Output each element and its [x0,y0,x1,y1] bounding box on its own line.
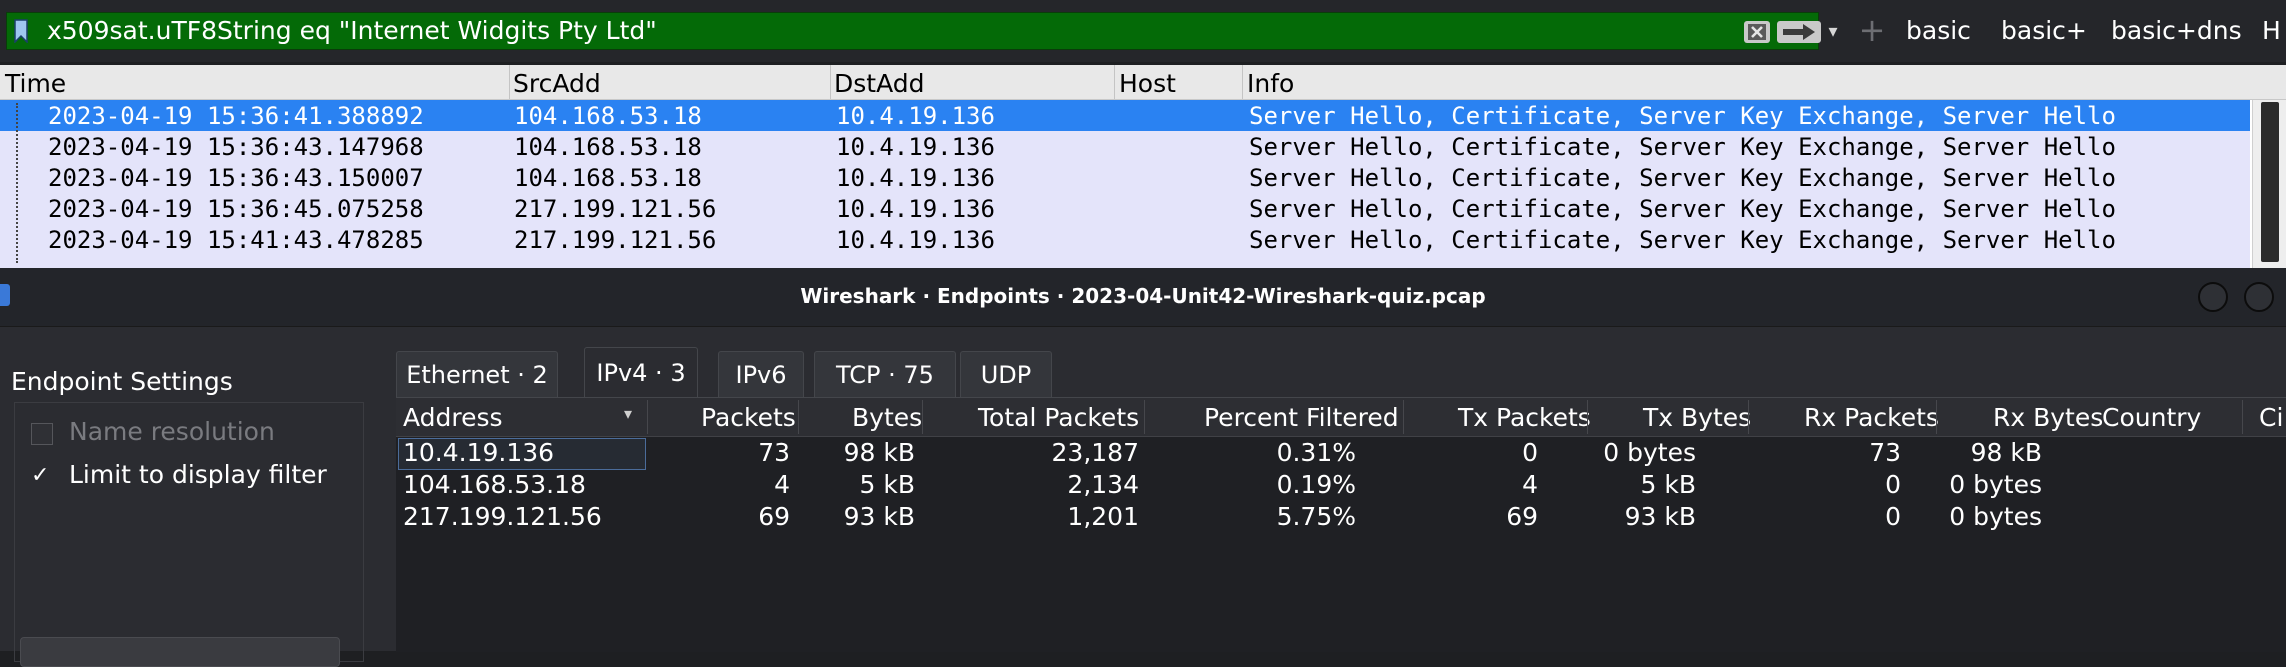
scrollbar-thumb[interactable] [2261,102,2279,262]
column-rx-bytes[interactable]: Rx Bytes [1993,403,2103,432]
table-row[interactable]: 10.4.19.136 73 98 kB 23,187 0.31% 0 0 by… [396,438,2286,470]
apply-filter-icon[interactable] [1777,21,1821,43]
name-resolution-checkbox[interactable] [31,423,53,445]
column-tx-packets[interactable]: Tx Packets [1458,403,1591,432]
packet-row[interactable]: 2023-04-19 15:36:43.147968 104.168.53.18… [0,131,2250,162]
column-packets[interactable]: Packets [701,403,796,432]
packet-row[interactable]: 2023-04-19 15:41:43.478285 217.199.121.5… [0,224,2250,255]
tab-ipv6[interactable]: IPv6 [718,351,804,397]
table-row[interactable]: 104.168.53.18 4 5 kB 2,134 0.19% 4 5 kB … [396,470,2286,502]
packet-list-scrollbar[interactable] [2252,100,2286,269]
tab-ipv4[interactable]: IPv4 · 3 [584,347,698,397]
endpoints-dialog-body: Endpoint Settings Name resolution ✓ Limi… [0,327,2286,667]
display-filter-input[interactable]: x509sat.uTF8String eq "Internet Widgits … [6,12,1821,50]
tab-ethernet[interactable]: Ethernet · 2 [396,351,558,397]
endpoints-table-header: Address ▾ Packets Bytes Total Packets Pe… [396,398,2286,437]
maximize-window-icon[interactable] [2244,282,2274,312]
packet-list: Time SrcAdd DstAdd Host Info 2023-04-19 … [0,65,2286,269]
endpoints-dialog-titlebar: Wireshark · Endpoints · 2023-04-Unit42-W… [0,268,2286,327]
filter-button-more[interactable]: H [2262,14,2281,48]
filter-text: x509sat.uTF8String eq "Internet Widgits … [47,16,657,45]
column-address[interactable]: Address [403,403,503,432]
tab-tcp[interactable]: TCP · 75 [814,351,956,397]
column-dstadd[interactable]: DstAdd [834,69,924,98]
column-bytes[interactable]: Bytes [852,403,922,432]
column-country[interactable]: Country [2102,403,2201,432]
conversation-tree-line [16,103,18,263]
column-host[interactable]: Host [1119,69,1176,98]
column-tx-bytes[interactable]: Tx Bytes [1643,403,1751,432]
dialog-title: Wireshark · Endpoints · 2023-04-Unit42-W… [800,284,1486,308]
endpoint-settings-panel: Name resolution ✓ Limit to display filte… [14,402,364,662]
packet-row[interactable]: 2023-04-19 15:36:45.075258 217.199.121.5… [0,193,2250,224]
clear-filter-icon[interactable] [1744,21,1770,43]
column-srcadd[interactable]: SrcAdd [513,69,601,98]
packet-list-header: Time SrcAdd DstAdd Host Info [0,65,2286,100]
column-city[interactable]: Ci [2259,403,2283,432]
ipv4-tab-panel: Address ▾ Packets Bytes Total Packets Pe… [396,397,2286,652]
name-resolution-label: Name resolution [69,417,275,446]
packet-row[interactable]: 2023-04-19 15:36:41.388892 104.168.53.18… [0,100,2250,131]
limit-filter-checkbox[interactable]: ✓ [31,465,53,487]
copy-button[interactable] [20,637,340,667]
bookmark-icon[interactable] [13,19,29,43]
filter-history-dropdown-icon[interactable]: ▾ [1820,14,1846,50]
display-filter-toolbar: x509sat.uTF8String eq "Internet Widgits … [0,0,2286,62]
column-rx-packets[interactable]: Rx Packets [1804,403,1939,432]
column-info[interactable]: Info [1247,69,1294,98]
column-total-packets[interactable]: Total Packets [978,403,1139,432]
filter-button-basic-dns[interactable]: basic+dns [2111,14,2242,48]
column-time[interactable]: Time [5,69,66,98]
packet-row-partial[interactable] [0,255,2250,269]
endpoint-settings-title: Endpoint Settings [11,367,233,396]
filter-button-basic-plus[interactable]: basic+ [2001,14,2087,48]
table-row[interactable]: 217.199.121.56 69 93 kB 1,201 5.75% 69 9… [396,502,2286,534]
limit-filter-label: Limit to display filter [69,460,327,489]
endpoints-table: Address ▾ Packets Bytes Total Packets Pe… [396,398,2286,652]
tab-udp[interactable]: UDP [960,351,1052,397]
sort-descending-icon: ▾ [624,404,633,423]
add-filter-button-icon[interactable]: + [1858,12,1886,50]
filter-button-basic[interactable]: basic [1906,14,1971,48]
packet-row[interactable]: 2023-04-19 15:36:43.150007 104.168.53.18… [0,162,2250,193]
minimize-window-icon[interactable] [2198,282,2228,312]
column-percent-filtered[interactable]: Percent Filtered [1204,403,1399,432]
